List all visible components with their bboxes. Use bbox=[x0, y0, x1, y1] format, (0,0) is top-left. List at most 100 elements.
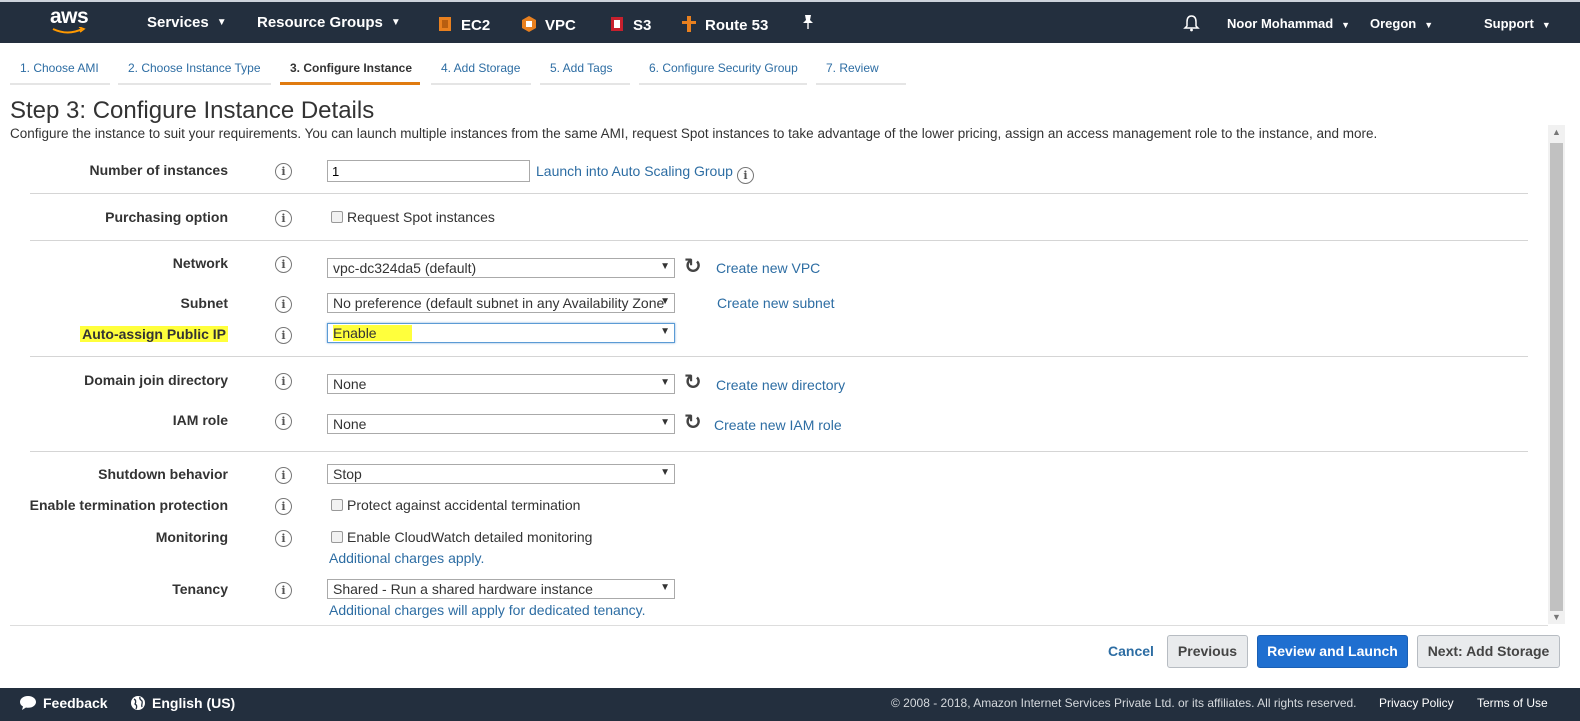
purchasing-option-label: Purchasing option bbox=[105, 209, 228, 225]
info-icon[interactable]: i bbox=[275, 296, 292, 313]
s3-icon bbox=[611, 17, 623, 31]
s3-shortcut[interactable]: S3 bbox=[609, 14, 651, 34]
vpc-shortcut[interactable]: VPC bbox=[521, 14, 576, 34]
page-description: Configure the instance to suit your requ… bbox=[10, 126, 1378, 141]
tab-configure-security-group[interactable]: 6. Configure Security Group bbox=[639, 55, 807, 85]
bell-icon[interactable] bbox=[1183, 14, 1200, 35]
number-of-instances-label: Number of instances bbox=[89, 162, 228, 178]
termination-protection-checkbox[interactable]: Protect against accidental termination bbox=[331, 497, 580, 513]
launch-auto-scaling-link[interactable]: Launch into Auto Scaling Group i bbox=[536, 163, 754, 184]
tab-choose-ami[interactable]: 1. Choose AMI bbox=[10, 55, 110, 85]
subnet-select[interactable]: No preference (default subnet in any Ava… bbox=[327, 293, 675, 313]
chevron-down-icon: ▼ bbox=[660, 417, 670, 428]
info-icon[interactable]: i bbox=[275, 498, 292, 515]
divider bbox=[30, 451, 1528, 452]
info-icon[interactable]: i bbox=[275, 256, 292, 273]
chevron-down-icon: ▼ bbox=[216, 17, 227, 28]
tab-add-tags[interactable]: 5. Add Tags bbox=[540, 55, 630, 85]
refresh-icon[interactable]: ↻ bbox=[684, 412, 702, 433]
divider bbox=[10, 625, 1548, 626]
review-and-launch-button[interactable]: Review and Launch bbox=[1257, 635, 1408, 668]
scroll-down-icon[interactable]: ▼ bbox=[1552, 612, 1561, 622]
network-select[interactable]: vpc-dc324da5 (default) ▼ bbox=[327, 258, 675, 278]
footer-bar: Feedback English (US) © 2008 - 2018, Ama… bbox=[0, 688, 1580, 721]
ec2-shortcut[interactable]: EC2 bbox=[437, 14, 490, 34]
tab-configure-instance[interactable]: 3. Configure Instance bbox=[280, 55, 420, 85]
request-spot-checkbox[interactable]: Request Spot instances bbox=[331, 209, 495, 225]
previous-button[interactable]: Previous bbox=[1167, 635, 1248, 668]
checkbox-box[interactable] bbox=[331, 211, 343, 223]
domain-join-directory-select[interactable]: None ▼ bbox=[327, 374, 675, 394]
iam-role-select[interactable]: None ▼ bbox=[327, 414, 675, 434]
shutdown-behavior-select[interactable]: Stop ▼ bbox=[327, 464, 675, 484]
create-new-iam-role-link[interactable]: Create new IAM role bbox=[714, 417, 842, 433]
language-selector[interactable]: English (US) bbox=[130, 695, 235, 711]
info-icon[interactable]: i bbox=[275, 530, 292, 547]
terms-of-use-link[interactable]: Terms of Use bbox=[1477, 696, 1548, 710]
chevron-down-icon: ▼ bbox=[1541, 20, 1551, 30]
resource-groups-menu[interactable]: Resource Groups ▼ bbox=[257, 14, 401, 31]
info-icon[interactable]: i bbox=[275, 163, 292, 180]
chevron-down-icon: ▼ bbox=[660, 582, 670, 593]
pin-icon[interactable] bbox=[802, 14, 814, 34]
feedback-button[interactable]: Feedback bbox=[19, 695, 108, 711]
additional-charges-link[interactable]: Additional charges apply. bbox=[329, 550, 484, 566]
auto-assign-public-ip-select[interactable]: Enable ▼ bbox=[327, 323, 675, 343]
dedicated-tenancy-charges-link[interactable]: Additional charges will apply for dedica… bbox=[329, 602, 645, 618]
info-icon[interactable]: i bbox=[275, 413, 292, 430]
monitoring-label: Monitoring bbox=[155, 529, 228, 545]
speech-bubble-icon bbox=[20, 696, 36, 710]
info-icon[interactable]: i bbox=[275, 373, 292, 390]
auto-assign-public-ip-label: Auto-assign Public IP bbox=[80, 326, 228, 342]
shutdown-behavior-label: Shutdown behavior bbox=[98, 466, 228, 482]
refresh-icon[interactable]: ↻ bbox=[684, 256, 702, 277]
tab-review[interactable]: 7. Review bbox=[816, 55, 906, 85]
aws-logo-text: aws bbox=[50, 5, 89, 28]
divider bbox=[30, 240, 1528, 241]
tab-add-storage[interactable]: 4. Add Storage bbox=[431, 55, 531, 85]
info-icon[interactable]: i bbox=[736, 167, 754, 184]
top-navigation-bar: aws Services ▼ Resource Groups ▼ EC2 VPC S… bbox=[0, 0, 1580, 43]
create-new-subnet-link[interactable]: Create new subnet bbox=[717, 295, 835, 311]
chevron-down-icon: ▼ bbox=[660, 326, 670, 337]
create-new-directory-link[interactable]: Create new directory bbox=[716, 377, 845, 393]
iam-role-label: IAM role bbox=[172, 412, 228, 428]
aws-logo[interactable]: aws bbox=[50, 5, 96, 38]
support-menu[interactable]: Support ▼ bbox=[1484, 16, 1551, 31]
scrollbar-thumb[interactable] bbox=[1550, 143, 1563, 611]
chevron-down-icon: ▼ bbox=[660, 261, 670, 272]
refresh-icon[interactable]: ↻ bbox=[684, 372, 702, 393]
page-title: Step 3: Configure Instance Details bbox=[10, 97, 375, 124]
route53-icon bbox=[682, 16, 696, 32]
ec2-icon bbox=[439, 17, 451, 31]
services-menu[interactable]: Services ▼ bbox=[147, 14, 227, 31]
checkbox-box[interactable] bbox=[331, 499, 343, 511]
checkbox-box[interactable] bbox=[331, 531, 343, 543]
info-icon[interactable]: i bbox=[275, 327, 292, 344]
info-icon[interactable]: i bbox=[275, 210, 292, 227]
next-add-storage-button[interactable]: Next: Add Storage bbox=[1417, 635, 1560, 668]
create-new-vpc-link[interactable]: Create new VPC bbox=[716, 260, 820, 276]
number-of-instances-input[interactable] bbox=[327, 160, 530, 182]
info-icon[interactable]: i bbox=[275, 467, 292, 484]
divider bbox=[30, 193, 1528, 194]
subnet-label: Subnet bbox=[180, 295, 228, 311]
user-menu[interactable]: Noor Mohammad ▼ bbox=[1227, 16, 1350, 31]
route53-shortcut[interactable]: Route 53 bbox=[681, 14, 768, 34]
scroll-up-icon[interactable]: ▲ bbox=[1552, 127, 1561, 137]
info-icon[interactable]: i bbox=[275, 582, 292, 599]
cancel-button[interactable]: Cancel bbox=[1100, 635, 1162, 668]
globe-icon bbox=[131, 696, 145, 710]
network-label: Network bbox=[172, 255, 228, 271]
vertical-scrollbar[interactable]: ▲ ▼ bbox=[1548, 125, 1565, 624]
region-menu[interactable]: Oregon ▼ bbox=[1370, 16, 1433, 31]
termination-protection-label: Enable termination protection bbox=[29, 497, 228, 513]
tenancy-label: Tenancy bbox=[172, 581, 228, 597]
tenancy-select[interactable]: Shared - Run a shared hardware instance ▼ bbox=[327, 579, 675, 599]
cloudwatch-monitoring-checkbox[interactable]: Enable CloudWatch detailed monitoring bbox=[331, 529, 592, 545]
chevron-down-icon: ▼ bbox=[660, 296, 670, 307]
chevron-down-icon: ▼ bbox=[390, 17, 401, 28]
tab-choose-instance-type[interactable]: 2. Choose Instance Type bbox=[118, 55, 271, 85]
privacy-policy-link[interactable]: Privacy Policy bbox=[1379, 696, 1454, 710]
vpc-icon bbox=[522, 16, 536, 32]
